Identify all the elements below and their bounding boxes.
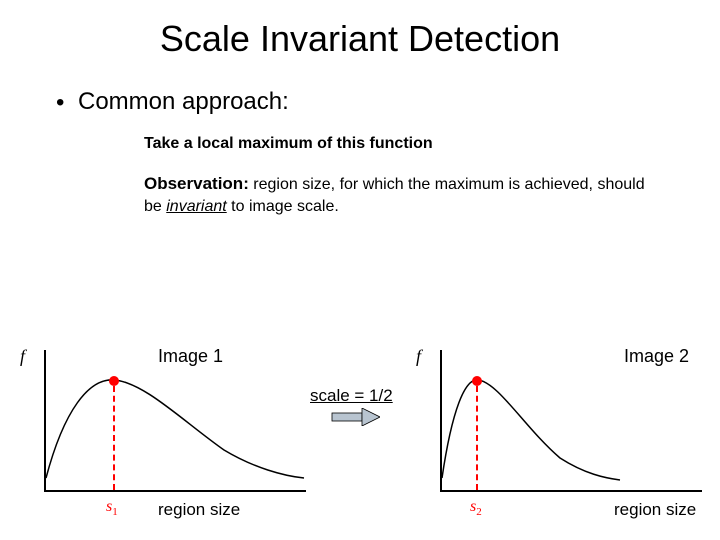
peak-marker-2 bbox=[472, 376, 482, 386]
observation-text-b: to image scale. bbox=[227, 198, 339, 215]
chart-title-1: Image 1 bbox=[158, 346, 223, 367]
curve-1 bbox=[44, 350, 308, 492]
subpoint-1: Take a local maximum of this function bbox=[144, 135, 720, 153]
peak-x-label-1: s1 bbox=[106, 498, 118, 518]
chart-image-2: f Image 2 s2 region size bbox=[414, 340, 704, 510]
chart-area: f Image 1 s1 region size scale = 1/2 f I… bbox=[0, 340, 720, 540]
y-axis-1 bbox=[44, 350, 46, 492]
peak-dashline-1 bbox=[113, 386, 115, 490]
peak-marker-1 bbox=[109, 376, 119, 386]
x-axis-label-2: region size bbox=[614, 500, 696, 520]
peak-x-label-2: s2 bbox=[470, 498, 482, 518]
observation-label: Observation: bbox=[144, 174, 249, 193]
y-axis-2 bbox=[440, 350, 442, 492]
x-axis-1 bbox=[44, 490, 306, 492]
curve-2 bbox=[440, 350, 704, 492]
bullet-point: • Common approach: bbox=[56, 88, 720, 117]
bullet-icon: • bbox=[56, 89, 64, 117]
chart-title-2: Image 2 bbox=[624, 346, 689, 367]
chart-image-1: f Image 1 s1 region size bbox=[18, 340, 308, 510]
bullet-text: Common approach: bbox=[78, 88, 289, 115]
x-axis-2 bbox=[440, 490, 702, 492]
peak-dashline-2 bbox=[476, 386, 478, 490]
observation-invariant: invariant bbox=[166, 198, 226, 215]
slide-title: Scale Invariant Detection bbox=[0, 0, 720, 60]
y-axis-label-1: f bbox=[20, 346, 25, 367]
arrow-icon bbox=[330, 408, 380, 426]
y-axis-label-2: f bbox=[416, 346, 421, 367]
subpoint-observation: Observation: region size, for which the … bbox=[144, 173, 664, 218]
scale-text: scale = 1/2 bbox=[310, 386, 393, 406]
x-axis-label-1: region size bbox=[158, 500, 240, 520]
